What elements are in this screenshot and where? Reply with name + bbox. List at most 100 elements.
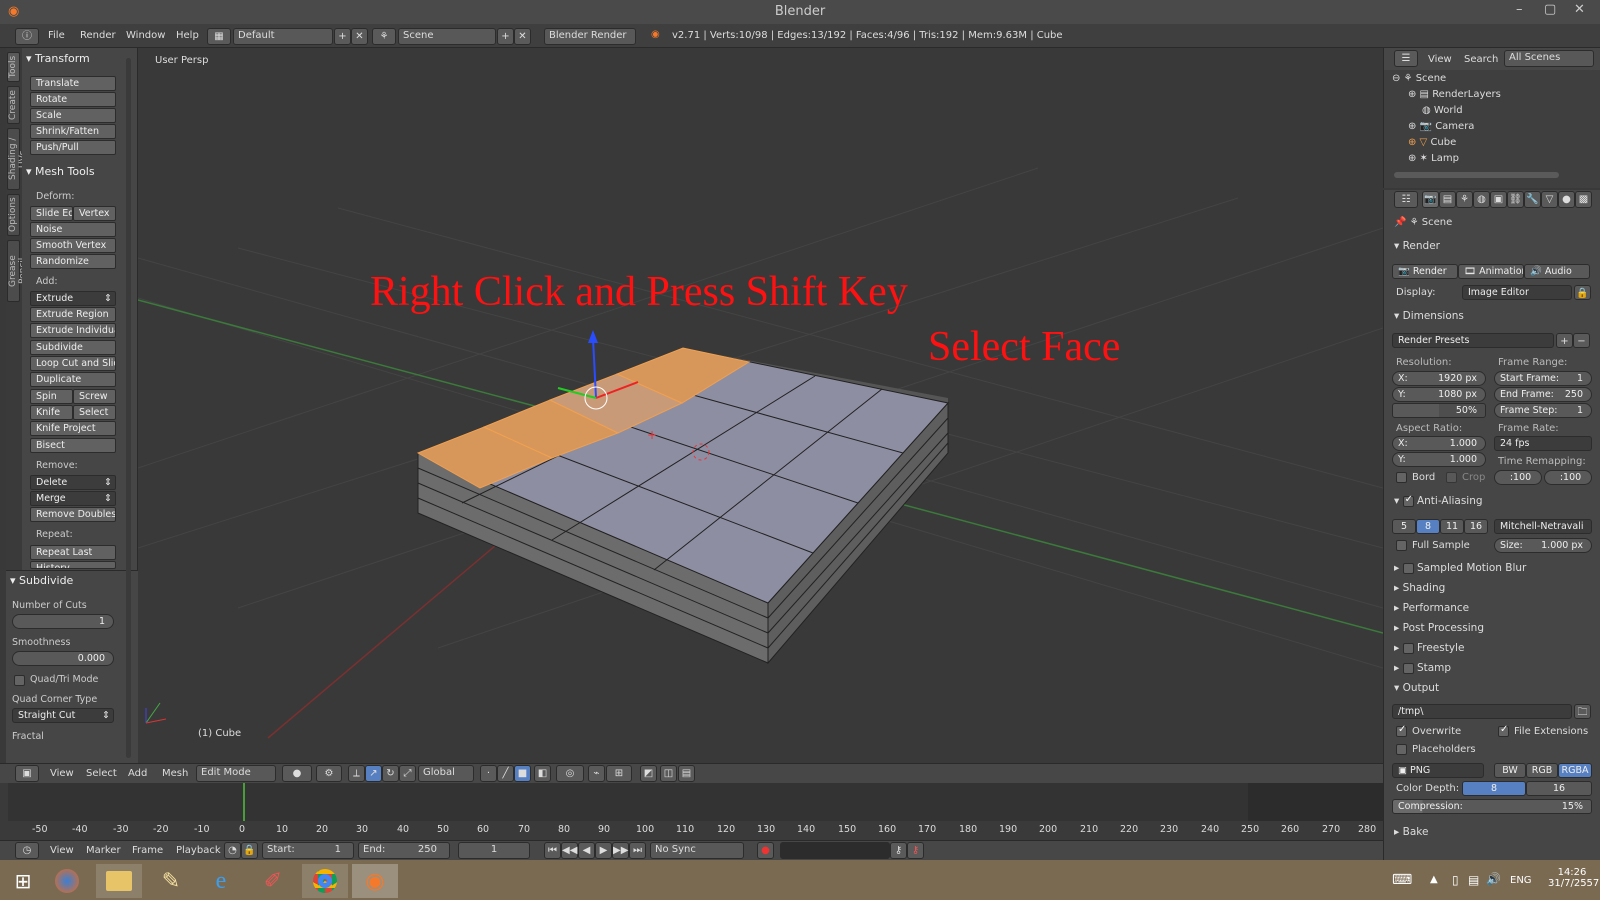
next-keyframe-icon[interactable]: ▶▶ <box>612 842 629 859</box>
texture-context-icon[interactable]: ▩ <box>1575 191 1592 208</box>
record-icon[interactable]: ● <box>757 842 774 859</box>
pivot-dropdown[interactable]: ⚙ <box>316 765 342 782</box>
delete-dropdown[interactable]: Delete ⇕ <box>30 475 116 490</box>
pen-app-taskbar-button[interactable]: ✐ <box>250 864 296 898</box>
overwrite-checkbox[interactable] <box>1396 724 1407 737</box>
remove-layout-icon[interactable]: ✕ <box>351 28 368 45</box>
compression-slider[interactable]: Compression: 15% <box>1392 799 1592 814</box>
tab-shading-uvs[interactable]: Shading / UVs <box>7 128 28 190</box>
depth-16-button[interactable]: 16 <box>1526 781 1592 796</box>
outliner-menu-search[interactable]: Search <box>1464 54 1498 65</box>
menu-view[interactable]: View <box>50 768 74 779</box>
extrude-individual-button[interactable]: Extrude Individual <box>30 323 116 338</box>
screen-layout-field[interactable]: Default <box>233 28 333 45</box>
outliner-item-scene[interactable]: ⊖ ⚘ Scene <box>1392 73 1592 85</box>
panel-dimensions-header[interactable]: ▾ Dimensions <box>1394 310 1464 322</box>
depth-8-button[interactable]: 8 <box>1462 781 1526 796</box>
opengl-render-icon[interactable]: ◩ <box>640 765 657 782</box>
rotate-manipulator-icon[interactable]: ↻ <box>382 765 399 782</box>
firefox-taskbar-button[interactable] <box>44 864 90 898</box>
render-engine-dropdown[interactable]: Blender Render <box>544 28 636 45</box>
editor-type-properties-icon[interactable]: ☷ <box>1394 191 1418 208</box>
motion-blur-checkbox[interactable] <box>1402 562 1414 574</box>
output-path-field[interactable]: /tmp\ <box>1392 704 1572 719</box>
freestyle-checkbox[interactable] <box>1402 642 1414 654</box>
duplicate-button[interactable]: Duplicate <box>30 372 116 387</box>
volume-icon[interactable]: 🔊 <box>1486 872 1501 886</box>
quad-corner-dropdown[interactable]: Straight Cut ⇕ <box>12 708 114 723</box>
add-scene-icon[interactable]: + <box>497 28 514 45</box>
layers-context-icon[interactable]: ▤ <box>1439 191 1456 208</box>
resolution-percent-slider[interactable]: 50% <box>1392 403 1486 418</box>
bisect-button[interactable]: Bisect <box>30 438 116 453</box>
timeline-strip[interactable] <box>8 783 1248 821</box>
menu-file[interactable]: File <box>48 30 65 41</box>
edge-select-icon[interactable]: ╱ <box>497 765 514 782</box>
outliner-filter-dropdown[interactable]: All Scenes <box>1504 50 1594 67</box>
render-context-icon[interactable]: 📷 <box>1422 191 1439 208</box>
start-frame-field[interactable]: Start Frame: 1 <box>1494 371 1592 386</box>
toolshelf-scrollbar[interactable] <box>126 58 131 758</box>
tab-options[interactable]: Options <box>7 194 20 236</box>
orientation-dropdown[interactable]: Global <box>418 765 474 782</box>
smoothness-field[interactable]: 0.000 <box>12 651 114 666</box>
filter-size-field[interactable]: Size: 1.000 px <box>1494 538 1592 553</box>
face-select-icon[interactable]: ■ <box>514 765 531 782</box>
lock-interface-icon[interactable]: 🔒 <box>1574 285 1591 300</box>
sync-dropdown[interactable]: No Sync <box>650 842 744 859</box>
close-button[interactable]: ✕ <box>1574 2 1585 17</box>
timeline[interactable]: -50 -40 -30 -20 -10 0 10 20 30 40 50 60 … <box>0 783 1383 840</box>
insert-keyframe-icon[interactable]: ⚷ <box>890 842 907 859</box>
network-icon[interactable]: ▤ <box>1468 873 1479 887</box>
remap-new-field[interactable]: :100 <box>1544 470 1592 485</box>
panel-bake-header[interactable]: ▸ Bake <box>1394 826 1428 838</box>
scale-manipulator-icon[interactable]: ⤢ <box>399 765 416 782</box>
render-still-icon[interactable]: ◫ <box>660 765 677 782</box>
tab-create[interactable]: Create <box>7 86 20 124</box>
scene-context-icon[interactable]: ⚘ <box>1456 191 1473 208</box>
remove-preset-icon[interactable]: − <box>1573 333 1590 348</box>
panel-motion-blur-header[interactable]: ▸ Sampled Motion Blur <box>1394 562 1526 574</box>
color-bw-button[interactable]: BW <box>1494 763 1526 778</box>
menu-render[interactable]: Render <box>80 30 116 41</box>
current-frame-field[interactable]: 1 <box>458 842 530 859</box>
frame-step-field[interactable]: Frame Step: 1 <box>1494 403 1592 418</box>
animation-button[interactable]: 🎞 Animation <box>1458 264 1524 279</box>
jump-start-icon[interactable]: ⏮ <box>544 842 561 859</box>
loop-cut-slide-button[interactable]: Loop Cut and Slide <box>30 356 116 371</box>
lock-icon[interactable]: 🔒 <box>241 842 258 859</box>
mode-dropdown[interactable]: Edit Mode <box>196 765 276 782</box>
border-checkbox[interactable] <box>1396 472 1407 483</box>
play-reverse-icon[interactable]: ◀ <box>578 842 595 859</box>
z-arrow-head[interactable] <box>588 330 598 343</box>
slide-edge-button[interactable]: Slide Ed <box>30 206 73 221</box>
knife-project-button[interactable]: Knife Project <box>30 421 116 436</box>
battery-icon[interactable]: ▯ <box>1452 873 1459 887</box>
aa-samples-11[interactable]: 11 <box>1440 519 1464 534</box>
aa-samples-8[interactable]: 8 <box>1416 519 1440 534</box>
explorer-taskbar-button[interactable] <box>96 864 142 898</box>
menu-add[interactable]: Add <box>128 768 147 779</box>
stamp-checkbox[interactable] <box>1402 662 1414 674</box>
editor-type-outliner-icon[interactable]: ☰ <box>1394 50 1418 67</box>
display-dropdown[interactable]: Image Editor <box>1462 285 1572 300</box>
maximize-button[interactable]: ▢ <box>1544 2 1556 17</box>
menu-select[interactable]: Select <box>86 768 117 779</box>
play-icon[interactable]: ▶ <box>595 842 612 859</box>
subdivide-button[interactable]: Subdivide <box>30 340 116 355</box>
preview-range-icon[interactable]: ◔ <box>224 842 241 859</box>
chrome-taskbar-button[interactable] <box>302 864 348 898</box>
repeat-last-button[interactable]: Repeat Last <box>30 545 116 560</box>
editor-type-3d-icon[interactable]: ▣ <box>15 765 39 782</box>
proportional-edit-icon[interactable]: ◎ <box>556 765 584 782</box>
remap-old-field[interactable]: :100 <box>1494 470 1542 485</box>
blender-taskbar-button[interactable]: ◉ <box>352 864 398 898</box>
operator-header[interactable]: ▾ Subdivide <box>10 574 73 587</box>
snap-icon[interactable]: ⌁ <box>588 765 605 782</box>
color-rgba-button[interactable]: RGBA <box>1558 763 1592 778</box>
knife-button[interactable]: Knife <box>30 405 73 420</box>
panel-shading-header[interactable]: ▸ Shading <box>1394 582 1445 594</box>
outliner-item-camera[interactable]: ⊕ 📷 Camera <box>1408 121 1592 133</box>
pin-icon[interactable]: 📌 <box>1394 217 1410 228</box>
audio-button[interactable]: 🔊 Audio <box>1524 264 1590 279</box>
